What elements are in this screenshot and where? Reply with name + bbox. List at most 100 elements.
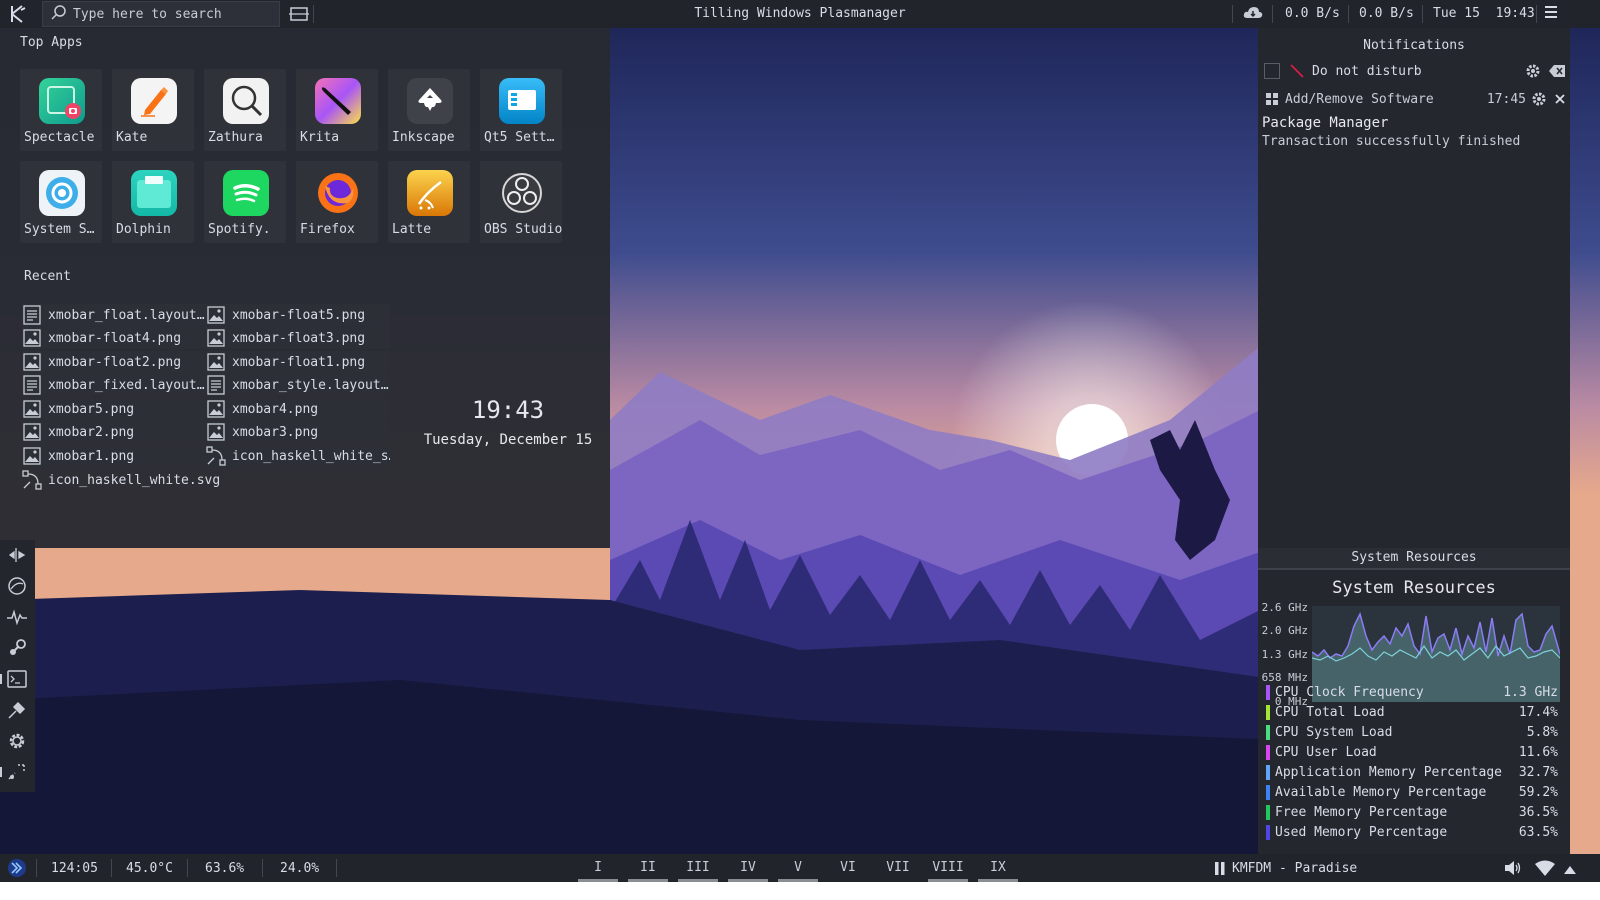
clear-all-icon[interactable] [1548, 62, 1566, 80]
stat-row: CPU Clock Frequency 1.3 GHz [1266, 683, 1558, 701]
recent-file-name: xmobar3.png [232, 424, 319, 440]
system-monitor-icon[interactable] [6, 606, 28, 628]
recent-file[interactable]: xmobar_style.layout… [206, 374, 390, 396]
dev-tools-icon[interactable] [6, 699, 28, 721]
recent-file[interactable]: xmobar5.png [22, 398, 206, 420]
haskell-logo-icon[interactable] [7, 858, 27, 882]
app-latte[interactable]: Latte [388, 161, 470, 243]
stat-label: CPU System Load [1275, 724, 1393, 740]
workspace-1[interactable]: I [578, 854, 618, 882]
workspace-9[interactable]: IX [978, 854, 1018, 882]
app-inkscape[interactable]: Inkscape [388, 69, 470, 151]
notification-gear-icon[interactable] [1530, 90, 1548, 108]
recent-file[interactable]: xmobar-float1.png [206, 351, 390, 373]
recent-file[interactable]: xmobar_float.layout… [22, 304, 206, 326]
recent-file[interactable]: xmobar3.png [206, 421, 390, 443]
recent-file[interactable]: xmobar-float3.png [206, 327, 390, 349]
app-system-settings[interactable]: System S… [20, 161, 102, 243]
app-zathura[interactable]: Zathura [204, 69, 286, 151]
recent-file[interactable]: xmobar_fixed.layout… [22, 374, 206, 396]
kde-menu-icon[interactable] [0, 0, 36, 28]
app-qt5-settings[interactable]: Qt5 Sett… [480, 69, 562, 151]
app-spectacle[interactable]: Spectacle [20, 69, 102, 151]
search-input[interactable] [71, 5, 275, 23]
cloud-icon[interactable] [1243, 4, 1263, 26]
workspace-5[interactable]: V [778, 854, 818, 882]
recent-file[interactable]: xmobar-float5.png [206, 304, 390, 326]
stat-label: Used Memory Percentage [1275, 824, 1448, 840]
recent-file[interactable]: xmobar-float2.png [22, 351, 206, 373]
steam-icon[interactable] [6, 637, 28, 659]
pause-icon[interactable] [1214, 862, 1226, 879]
tray-expand-icon[interactable] [1564, 863, 1576, 878]
show-desktop-icon[interactable] [288, 4, 310, 24]
spectacle-icon [39, 78, 85, 124]
series-color-swatch [1266, 784, 1270, 800]
launcher-clock-time: 19:43 [471, 396, 545, 424]
dnd-checkbox[interactable] [1264, 63, 1280, 79]
app-kate[interactable]: Kate [112, 69, 194, 151]
system-resources-header: System Resources [1258, 548, 1570, 570]
settings-gear-icon[interactable] [6, 730, 28, 752]
workspace-4[interactable]: IV [728, 854, 768, 882]
app-dolphin[interactable]: Dolphin [112, 161, 194, 243]
application-launcher: Top Apps Spectacle Kate Zathura Krita In… [0, 28, 610, 548]
kate-icon [131, 78, 177, 124]
notification-header: Add/Remove Software 17:45 [1266, 90, 1566, 108]
divider [1348, 5, 1349, 23]
recent-file[interactable]: xmobar-float4.png [22, 327, 206, 349]
notification-settings-icon[interactable] [1524, 62, 1542, 80]
vector-file-icon [206, 446, 226, 466]
stat-row: Available Memory Percentage 59.2% [1266, 783, 1558, 801]
app-label: Firefox [300, 222, 355, 237]
workspace-2[interactable]: II [628, 854, 668, 882]
app-firefox[interactable]: Firefox [296, 161, 378, 243]
obs-icon [499, 170, 545, 216]
panel-toggle-icon[interactable] [6, 544, 28, 566]
cpu-temperature: 45.0°C [126, 861, 173, 876]
workspace-label: VII [886, 860, 910, 875]
stat-row: Free Memory Percentage 36.5% [1266, 803, 1558, 821]
close-icon[interactable] [1554, 93, 1566, 105]
browser-icon[interactable] [6, 575, 28, 597]
vector-editor-icon[interactable] [6, 761, 28, 783]
recent-file[interactable]: xmobar2.png [22, 421, 206, 443]
terminal-icon[interactable] [6, 668, 28, 690]
qt5-settings-icon [499, 78, 545, 124]
image-file-icon [23, 447, 41, 465]
workspace-label: VIII [932, 860, 964, 875]
document-file-icon [23, 375, 41, 395]
series-color-swatch [1266, 804, 1270, 820]
top-panel: Tilling Windows Plasmanager 0.0 B/s 0.0 … [0, 0, 1600, 28]
side-panel: Notifications Do not disturb Add/Remove … [1258, 28, 1570, 854]
workspace-6[interactable]: VI [828, 854, 868, 882]
stat-value: 11.6% [1518, 744, 1558, 760]
notifications-title: Notifications [1363, 38, 1465, 53]
workspace-3[interactable]: III [678, 854, 718, 882]
now-playing[interactable]: KMFDM - Paradise [1232, 861, 1357, 876]
app-obs-studio[interactable]: OBS Studio [480, 161, 562, 243]
search-box[interactable] [42, 1, 280, 27]
recent-file[interactable]: xmobar4.png [206, 398, 390, 420]
recent-file[interactable]: icon_haskell_white_s… [206, 445, 390, 467]
wifi-icon[interactable] [1535, 860, 1555, 880]
app-spotify[interactable]: Spotify. [204, 161, 286, 243]
top-clock[interactable]: Tue 15 19:43 [1433, 6, 1535, 21]
recent-file[interactable]: xmobar1.png [22, 445, 206, 467]
divider [313, 5, 314, 23]
recent-file[interactable]: icon_haskell_white.svg [22, 469, 222, 491]
stat-value: 36.5% [1518, 804, 1558, 820]
hamburger-menu-icon[interactable] [1544, 5, 1558, 23]
volume-icon[interactable] [1504, 860, 1522, 880]
workspace-8[interactable]: VIII [928, 854, 968, 882]
divider [36, 859, 37, 877]
stat-value: 32.7% [1518, 764, 1558, 780]
app-label: Dolphin [116, 222, 171, 237]
workspace-indicator [928, 879, 968, 882]
app-krita[interactable]: Krita [296, 69, 378, 151]
workspace-indicator [628, 879, 668, 882]
cpu-usage: 24.0% [280, 861, 320, 876]
workspace-indicator [778, 879, 818, 882]
workspace-7[interactable]: VII [878, 854, 918, 882]
stat-label: Free Memory Percentage [1275, 804, 1448, 820]
